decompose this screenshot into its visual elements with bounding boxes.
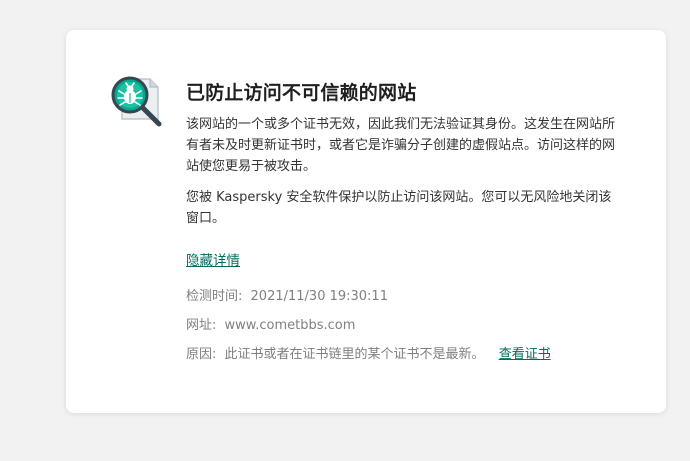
protection-note: 您被 Kaspersky 安全软件保护以防止访问该网站。您可以无风险地关闭该窗口… [186,190,612,226]
reason-label: 原因: [186,347,217,362]
page-title: 已防止访问不可信赖的网站 [186,82,417,104]
detection-time-row: 检测时间: 2021/11/30 19:30:11 [186,287,616,307]
url-value: www.cometbbs.com [224,318,356,333]
url-label: 网址: [186,318,217,333]
hide-details-link[interactable]: 隐藏详情 [186,249,240,269]
reason-row: 原因: 此证书或者在证书链里的某个证书不是最新。 查看证书 [186,345,616,365]
warning-description: 该网站的一个或多个证书无效，因此我们无法验证其身份。这发生在网站所有者未及时更新… [186,117,616,174]
detection-time-label: 检测时间: [186,289,243,304]
details-section: 检测时间: 2021/11/30 19:30:11 网址: www.cometb… [186,287,616,365]
warning-content: 已防止访问不可信赖的网站 该网站的一个或多个证书无效，因此我们无法验证其身份。这… [186,80,616,374]
bug-magnifier-icon [110,75,166,131]
detection-time-value: 2021/11/30 19:30:11 [250,289,388,304]
view-certificate-link[interactable]: 查看证书 [499,347,551,362]
reason-value: 此证书或者在证书链里的某个证书不是最新。 [224,347,485,362]
url-row: 网址: www.cometbbs.com [186,316,616,336]
